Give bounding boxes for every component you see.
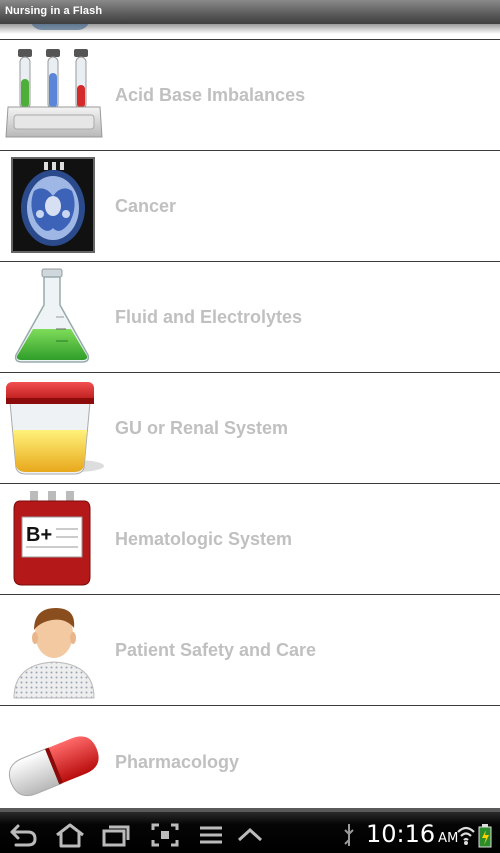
system-nav-bar: 10:16 AM (0, 808, 500, 853)
list-item-gu-renal[interactable]: GU or Renal System (0, 373, 500, 484)
list-item-cancer[interactable]: Cancer (0, 151, 500, 262)
category-label: Hematologic System (115, 528, 293, 549)
battery-icon (478, 822, 492, 848)
category-list: Acid Base Imbalances Cancer Fluid and El… (0, 40, 500, 810)
app-title-bar: Nursing in a Flash (0, 0, 500, 24)
category-label: Cancer (115, 195, 177, 216)
patient-icon (13, 608, 95, 699)
list-item-pharmacology[interactable]: Pharmacology (0, 706, 500, 810)
menu-icon[interactable] (198, 822, 224, 848)
list-item-hematologic[interactable]: B+ Hematologic System (0, 484, 500, 595)
usb-icon (342, 822, 356, 848)
category-label: Patient Safety and Care (115, 639, 317, 660)
specimen-cup-icon (6, 382, 104, 475)
category-label: GU or Renal System (115, 417, 289, 438)
clock: 10:16 AM (366, 820, 458, 848)
category-label: Pharmacology (115, 751, 240, 772)
flask-icon (14, 268, 90, 363)
list-item-patient-safety[interactable]: Patient Safety and Care (0, 595, 500, 706)
screenshot-icon[interactable] (150, 822, 180, 848)
partial-list-item[interactable] (0, 24, 500, 40)
wifi-icon (456, 822, 476, 848)
back-icon[interactable] (8, 822, 38, 848)
home-icon[interactable] (54, 822, 86, 848)
chevron-up-icon[interactable] (236, 822, 264, 848)
blood-type-badge: B+ (26, 524, 52, 546)
app-title: Nursing in a Flash (5, 5, 103, 17)
recent-apps-icon[interactable] (100, 822, 132, 848)
capsule-icon (8, 736, 99, 797)
brain-scan-icon (11, 157, 95, 253)
list-item-fluid-electrolytes[interactable]: Fluid and Electrolytes (0, 262, 500, 373)
category-label: Fluid and Electrolytes (115, 306, 303, 327)
clock-time: 10:16 (366, 820, 436, 848)
category-label: Acid Base Imbalances (115, 84, 306, 105)
test-tubes-icon (5, 49, 103, 138)
partial-item-icon (30, 24, 90, 30)
blood-bag-icon: B+ (13, 491, 91, 586)
list-item-acid-base[interactable]: Acid Base Imbalances (0, 40, 500, 151)
